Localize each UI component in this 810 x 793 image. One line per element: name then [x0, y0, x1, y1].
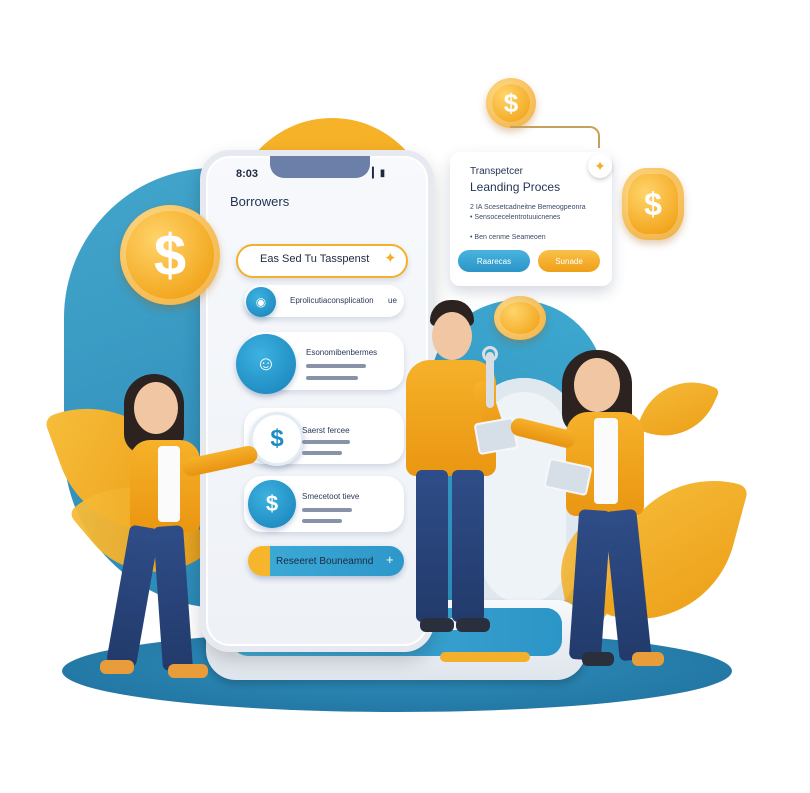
connector-line: [510, 126, 600, 148]
list-item-label: Esonomibenbermes: [306, 348, 378, 357]
card-title: Transpetcer: [470, 166, 523, 177]
list-item-label: Saerst fercee: [302, 426, 350, 435]
text-placeholder-line: [302, 508, 352, 512]
sparkle-icon: ✦: [588, 154, 612, 178]
leaf-decoration: [636, 364, 720, 454]
text-placeholder-line: [302, 440, 350, 444]
circle-icon: ◉: [246, 287, 276, 317]
search-pill-label: Eas Sed Tu Tasspenst: [260, 253, 370, 265]
action-button-label: Reseeret Bouneamnd: [276, 556, 374, 567]
text-placeholder-line: [302, 451, 342, 455]
card-text: • Sensocecelentrotuuicnenes: [470, 214, 561, 221]
list-item-value: ue: [388, 296, 397, 305]
card-subtitle: Leanding Proces: [470, 180, 561, 194]
text-placeholder-line: [302, 519, 342, 523]
status-time: 8:03: [236, 168, 259, 180]
status-icons: ▎▮: [372, 168, 386, 179]
key-icon: [482, 346, 498, 362]
dollar-coin-icon: $: [622, 168, 684, 240]
card-primary-button[interactable]: Raarecas: [458, 250, 530, 272]
list-item-label: Smecetoot tieve: [302, 492, 360, 501]
text-placeholder-line: [306, 364, 366, 368]
dollar-coin-icon: $: [120, 205, 220, 305]
list-item-label: Eprolicutiaconsplication: [290, 296, 374, 305]
dollar-icon: $: [248, 480, 296, 528]
plus-icon: +: [386, 552, 394, 567]
coin-icon: [494, 296, 546, 340]
user-icon: ☺: [236, 334, 296, 394]
phone-device: [200, 150, 434, 652]
stand-accent-bar: [440, 652, 530, 662]
dollar-coin-icon: $: [486, 78, 536, 128]
dollar-icon: $: [250, 412, 304, 466]
phone-notch: [270, 156, 370, 178]
sparkle-icon: ✦: [384, 250, 397, 267]
card-secondary-button[interactable]: Sunade: [538, 250, 600, 272]
text-placeholder-line: [306, 376, 358, 380]
card-text: 2 IA Scesetcadneitne Bemeogpeonra: [470, 204, 586, 211]
card-text: • Ben cenme Seameoen: [470, 234, 546, 241]
phone-heading: Borrowers: [230, 194, 290, 209]
